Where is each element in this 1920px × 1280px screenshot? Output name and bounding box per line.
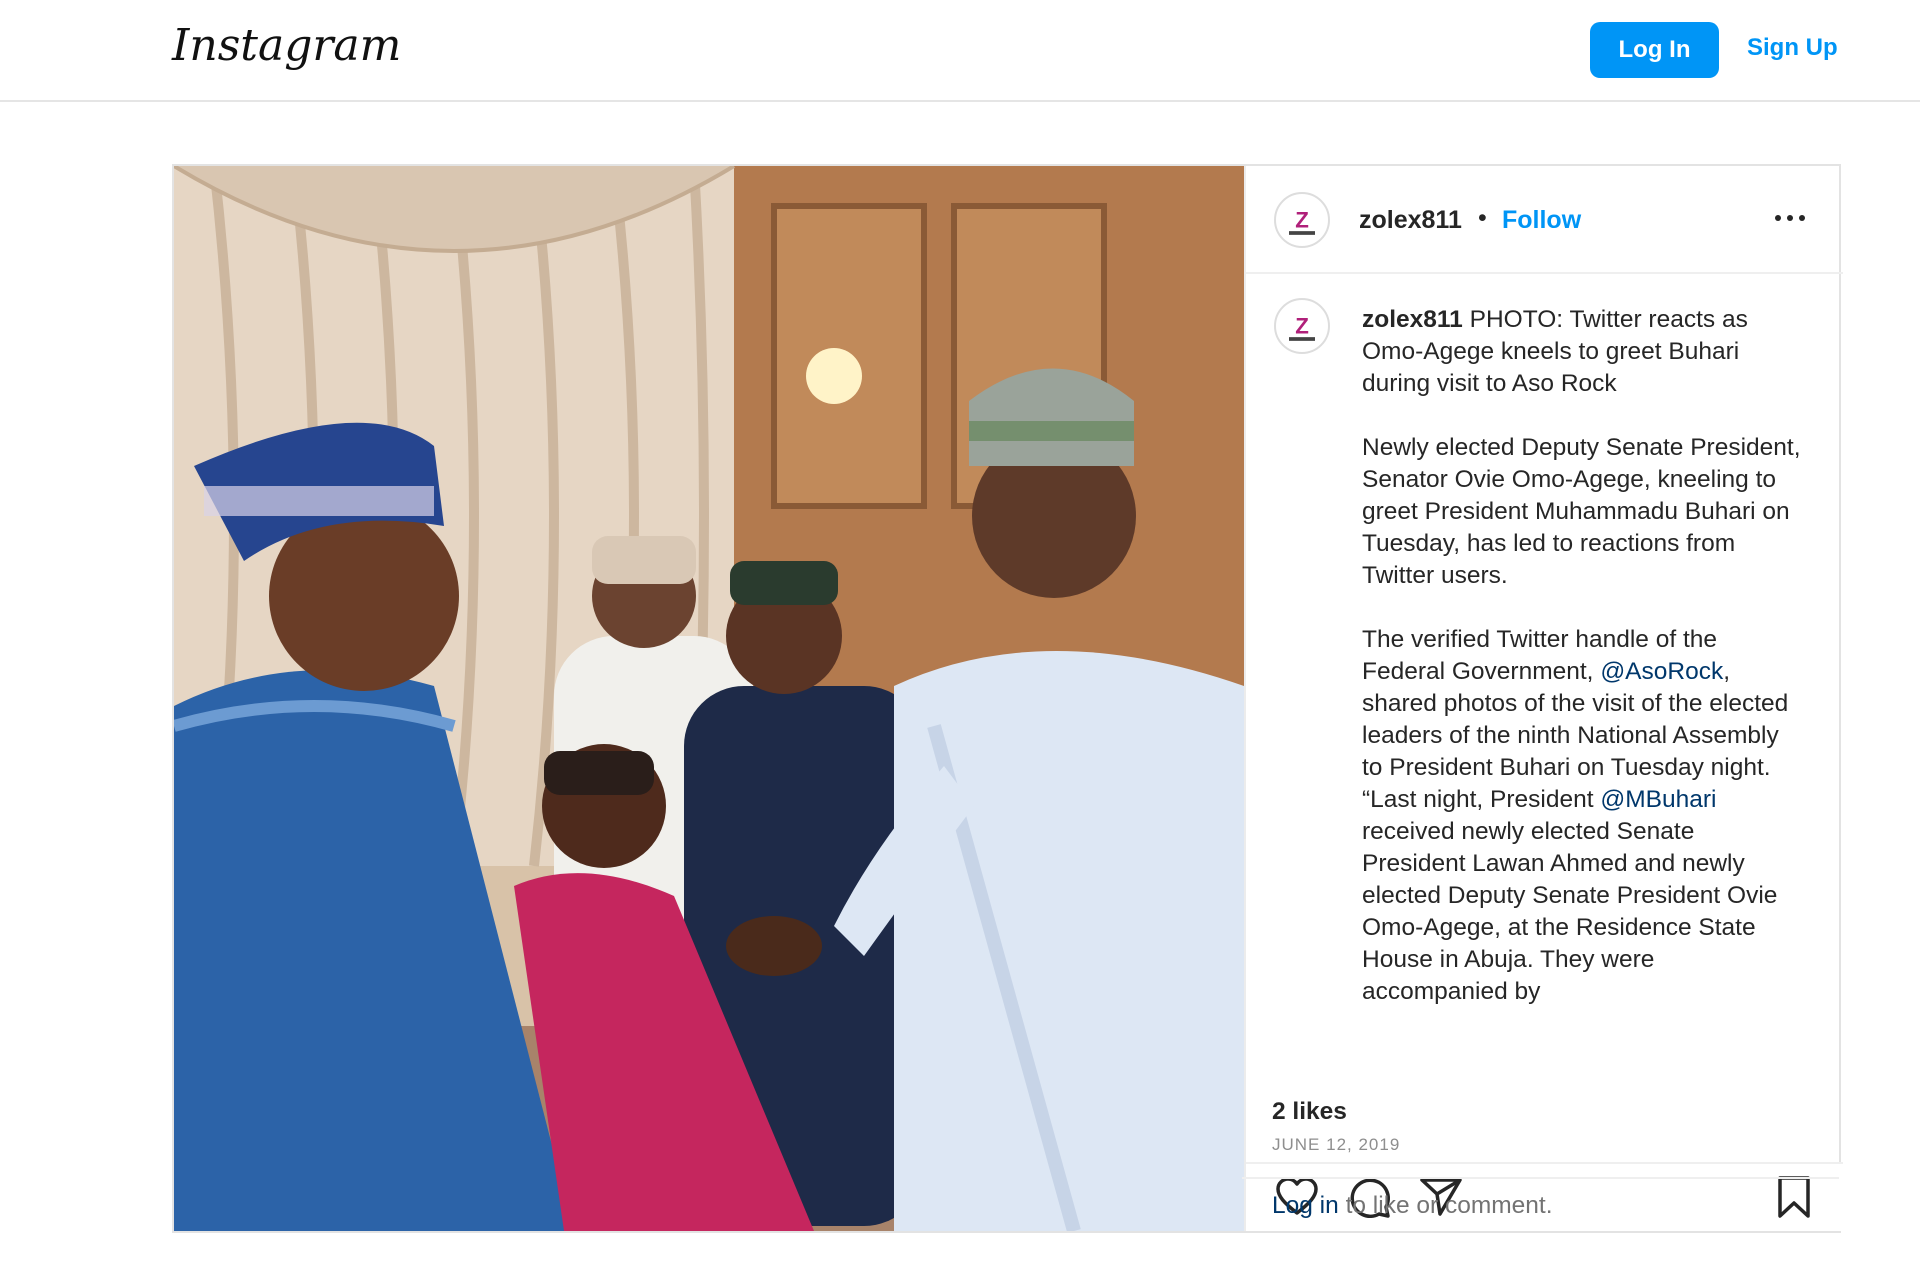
mention-asorock[interactable]: @AsoRock: [1600, 658, 1723, 685]
post-photo[interactable]: [174, 166, 1244, 1231]
separator-dot: •: [1478, 204, 1487, 232]
bookmark-icon-graphic: [1778, 1176, 1810, 1218]
svg-text:Z: Z: [1295, 313, 1309, 338]
caption-paragraph-2: Newly elected Deputy Senate President, S…: [1362, 434, 1801, 589]
sign-up-link[interactable]: Sign Up: [1747, 34, 1838, 62]
log-in-button[interactable]: Log In: [1590, 22, 1719, 78]
login-prompt-text: to like or comment.: [1338, 1192, 1553, 1219]
avatar[interactable]: Z: [1274, 192, 1330, 248]
caption-username[interactable]: zolex811: [1362, 306, 1463, 333]
top-navigation-bar: Instagram Log In Sign Up: [0, 0, 1920, 102]
follow-button[interactable]: Follow: [1502, 206, 1581, 235]
caption-text-segment: received newly elected Senate President …: [1362, 818, 1778, 1005]
post-header: Z zolex811 • Follow: [1246, 166, 1843, 274]
caption-paragraph-1: zolex811 PHOTO: Twitter reacts as Omo-Ag…: [1362, 304, 1802, 400]
post-date: JUNE 12, 2019: [1272, 1135, 1401, 1154]
avatar-logo-icon: Z: [1276, 300, 1328, 352]
caption-avatar[interactable]: Z: [1274, 298, 1330, 354]
instagram-logo[interactable]: Instagram: [172, 20, 401, 71]
caption-text: zolex811 PHOTO: Twitter reacts as Omo-Ag…: [1362, 304, 1802, 1040]
avatar-logo-icon: Z: [1276, 194, 1328, 246]
caption-area[interactable]: Z zolex811 PHOTO: Twitter reacts as Omo-…: [1246, 276, 1843, 1162]
bookmark-icon[interactable]: [1771, 1174, 1817, 1220]
mention-mbuhari[interactable]: @MBuhari: [1600, 786, 1716, 813]
log-in-link[interactable]: Log in: [1272, 1192, 1339, 1219]
likes-count[interactable]: 2 likes: [1272, 1098, 1347, 1126]
post-card: Z zolex811 • Follow Z zolex811 PHOTO: Tw…: [172, 164, 1843, 1233]
post-sidebar: Z zolex811 • Follow Z zolex811 PHOTO: Tw…: [1244, 166, 1843, 1231]
more-icon[interactable]: [1772, 206, 1808, 230]
post-photo-illustration: [174, 166, 1244, 1231]
login-prompt: Log in to like or comment.: [1272, 1192, 1553, 1220]
svg-text:Z: Z: [1295, 207, 1309, 232]
divider: [1242, 1177, 1839, 1179]
post-username[interactable]: zolex811: [1359, 206, 1462, 235]
more-icon-graphic: [1775, 215, 1805, 221]
caption-paragraph-3: The verified Twitter handle of the Feder…: [1362, 624, 1802, 1008]
